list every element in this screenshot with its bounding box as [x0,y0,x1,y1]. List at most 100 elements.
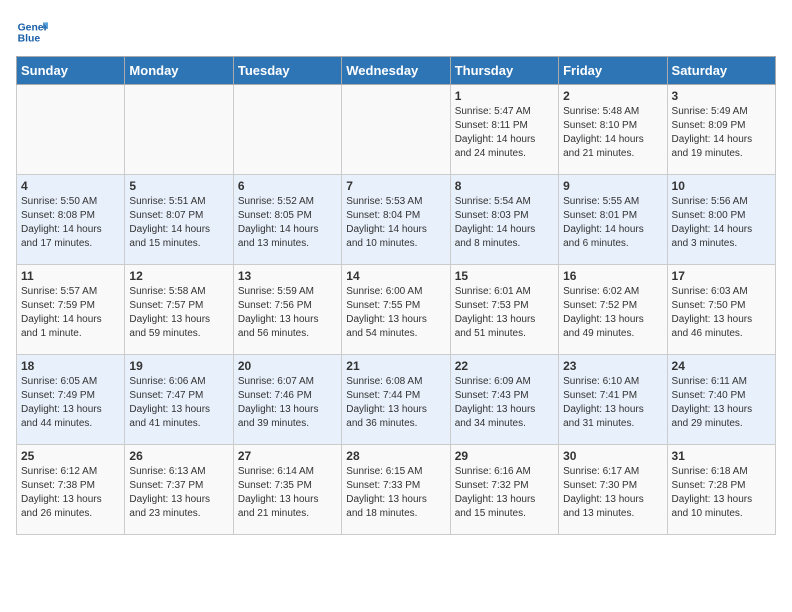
calendar-table: SundayMondayTuesdayWednesdayThursdayFrid… [16,56,776,535]
calendar-cell: 28 Sunrise: 6:15 AM Sunset: 7:33 PM Dayli… [342,445,450,535]
day-number: 23 [563,359,662,373]
day-number: 21 [346,359,445,373]
calendar-cell [342,85,450,175]
calendar-cell: 13Sunrise: 5:59 AM Sunset: 7:56 PM Dayli… [233,265,341,355]
svg-text:Blue: Blue [18,34,41,45]
day-number: 30 [563,449,662,463]
day-info: Sunrise: 6:18 AM Sunset: 7:28 PM Dayligh… [672,465,771,521]
day-info: Sunrise: 6:03 AM Sunset: 7:50 PM Dayligh… [672,285,771,341]
calendar-cell: 10Sunrise: 5:56 AM Sunset: 8:00 PM Dayli… [667,175,775,265]
calendar-cell: 31 Sunrise: 6:18 AM Sunset: 7:28 PM Dayli… [667,445,775,535]
calendar-week-row: 18 Sunrise: 6:05 AM Sunset: 7:49 PM Dayli… [17,355,776,445]
day-info: Sunrise: 5:51 AM Sunset: 8:07 PM Dayligh… [129,195,228,251]
day-number: 17 [672,269,771,283]
day-number: 19 [129,359,228,373]
day-info: Sunrise: 6:02 AM Sunset: 7:52 PM Dayligh… [563,285,662,341]
column-header-tuesday: Tuesday [233,57,341,85]
day-number: 7 [346,179,445,193]
day-info: Sunrise: 5:56 AM Sunset: 8:00 PM Dayligh… [672,195,771,251]
day-info: Sunrise: 5:50 AM Sunset: 8:08 PM Dayligh… [21,195,120,251]
day-number: 29 [455,449,554,463]
day-number: 13 [238,269,337,283]
day-number: 27 [238,449,337,463]
day-number: 28 [346,449,445,463]
column-header-sunday: Sunday [17,57,125,85]
day-info: Sunrise: 5:58 AM Sunset: 7:57 PM Dayligh… [129,285,228,341]
day-info: Sunrise: 6:16 AM Sunset: 7:32 PM Dayligh… [455,465,554,521]
calendar-week-row: 1 Sunrise: 5:47 AM Sunset: 8:11 PM Daylig… [17,85,776,175]
calendar-cell: 1 Sunrise: 5:47 AM Sunset: 8:11 PM Daylig… [450,85,558,175]
calendar-week-row: 11Sunrise: 5:57 AM Sunset: 7:59 PM Dayli… [17,265,776,355]
day-info: Sunrise: 6:11 AM Sunset: 7:40 PM Dayligh… [672,375,771,431]
calendar-week-row: 25Sunrise: 6:12 AM Sunset: 7:38 PM Dayli… [17,445,776,535]
calendar-cell: 8Sunrise: 5:54 AM Sunset: 8:03 PM Daylig… [450,175,558,265]
day-number: 18 [21,359,120,373]
day-number: 15 [455,269,554,283]
day-number: 4 [21,179,120,193]
day-number: 1 [455,89,554,103]
day-info: Sunrise: 6:13 AM Sunset: 7:37 PM Dayligh… [129,465,228,521]
column-header-saturday: Saturday [667,57,775,85]
calendar-cell: 17 Sunrise: 6:03 AM Sunset: 7:50 PM Dayli… [667,265,775,355]
day-info: Sunrise: 6:14 AM Sunset: 7:35 PM Dayligh… [238,465,337,521]
day-number: 5 [129,179,228,193]
calendar-cell: 22 Sunrise: 6:09 AM Sunset: 7:43 PM Dayli… [450,355,558,445]
day-number: 24 [672,359,771,373]
calendar-week-row: 4 Sunrise: 5:50 AM Sunset: 8:08 PM Daylig… [17,175,776,265]
day-info: Sunrise: 6:10 AM Sunset: 7:41 PM Dayligh… [563,375,662,431]
column-header-wednesday: Wednesday [342,57,450,85]
day-info: Sunrise: 6:05 AM Sunset: 7:49 PM Dayligh… [21,375,120,431]
calendar-cell: 7 Sunrise: 5:53 AM Sunset: 8:04 PM Daylig… [342,175,450,265]
calendar-cell: 20Sunrise: 6:07 AM Sunset: 7:46 PM Dayli… [233,355,341,445]
day-info: Sunrise: 5:55 AM Sunset: 8:01 PM Dayligh… [563,195,662,251]
day-info: Sunrise: 6:01 AM Sunset: 7:53 PM Dayligh… [455,285,554,341]
day-number: 9 [563,179,662,193]
calendar-cell [17,85,125,175]
day-info: Sunrise: 6:06 AM Sunset: 7:47 PM Dayligh… [129,375,228,431]
calendar-cell: 24 Sunrise: 6:11 AM Sunset: 7:40 PM Dayli… [667,355,775,445]
day-info: Sunrise: 6:08 AM Sunset: 7:44 PM Dayligh… [346,375,445,431]
calendar-cell: 4 Sunrise: 5:50 AM Sunset: 8:08 PM Daylig… [17,175,125,265]
calendar-cell: 29 Sunrise: 6:16 AM Sunset: 7:32 PM Dayli… [450,445,558,535]
calendar-header-row: SundayMondayTuesdayWednesdayThursdayFrid… [17,57,776,85]
calendar-cell: 14 Sunrise: 6:00 AM Sunset: 7:55 PM Dayli… [342,265,450,355]
day-number: 2 [563,89,662,103]
day-info: Sunrise: 6:09 AM Sunset: 7:43 PM Dayligh… [455,375,554,431]
day-number: 22 [455,359,554,373]
day-number: 25 [21,449,120,463]
calendar-cell: 26 Sunrise: 6:13 AM Sunset: 7:37 PM Dayli… [125,445,233,535]
day-number: 14 [346,269,445,283]
calendar-cell: 18 Sunrise: 6:05 AM Sunset: 7:49 PM Dayli… [17,355,125,445]
day-info: Sunrise: 5:52 AM Sunset: 8:05 PM Dayligh… [238,195,337,251]
calendar-cell: 5 Sunrise: 5:51 AM Sunset: 8:07 PM Daylig… [125,175,233,265]
calendar-cell: 2 Sunrise: 5:48 AM Sunset: 8:10 PM Daylig… [559,85,667,175]
day-info: Sunrise: 6:00 AM Sunset: 7:55 PM Dayligh… [346,285,445,341]
day-info: Sunrise: 5:48 AM Sunset: 8:10 PM Dayligh… [563,105,662,161]
day-number: 6 [238,179,337,193]
calendar-cell [233,85,341,175]
column-header-monday: Monday [125,57,233,85]
calendar-cell: 21 Sunrise: 6:08 AM Sunset: 7:44 PM Dayli… [342,355,450,445]
day-info: Sunrise: 6:15 AM Sunset: 7:33 PM Dayligh… [346,465,445,521]
calendar-cell: 16 Sunrise: 6:02 AM Sunset: 7:52 PM Dayli… [559,265,667,355]
day-info: Sunrise: 5:53 AM Sunset: 8:04 PM Dayligh… [346,195,445,251]
day-number: 16 [563,269,662,283]
calendar-cell [125,85,233,175]
calendar-cell: 25Sunrise: 6:12 AM Sunset: 7:38 PM Dayli… [17,445,125,535]
calendar-cell: 30 Sunrise: 6:17 AM Sunset: 7:30 PM Dayli… [559,445,667,535]
day-number: 11 [21,269,120,283]
calendar-cell: 9 Sunrise: 5:55 AM Sunset: 8:01 PM Daylig… [559,175,667,265]
day-info: Sunrise: 6:07 AM Sunset: 7:46 PM Dayligh… [238,375,337,431]
calendar-cell: 6 Sunrise: 5:52 AM Sunset: 8:05 PM Daylig… [233,175,341,265]
logo-icon: General Blue [16,16,48,48]
day-number: 31 [672,449,771,463]
day-number: 8 [455,179,554,193]
page-header: General Blue [16,16,776,48]
calendar-cell: 11Sunrise: 5:57 AM Sunset: 7:59 PM Dayli… [17,265,125,355]
calendar-cell: 23 Sunrise: 6:10 AM Sunset: 7:41 PM Dayli… [559,355,667,445]
calendar-cell: 12 Sunrise: 5:58 AM Sunset: 7:57 PM Dayli… [125,265,233,355]
day-number: 12 [129,269,228,283]
day-info: Sunrise: 5:47 AM Sunset: 8:11 PM Dayligh… [455,105,554,161]
day-info: Sunrise: 6:17 AM Sunset: 7:30 PM Dayligh… [563,465,662,521]
day-number: 26 [129,449,228,463]
